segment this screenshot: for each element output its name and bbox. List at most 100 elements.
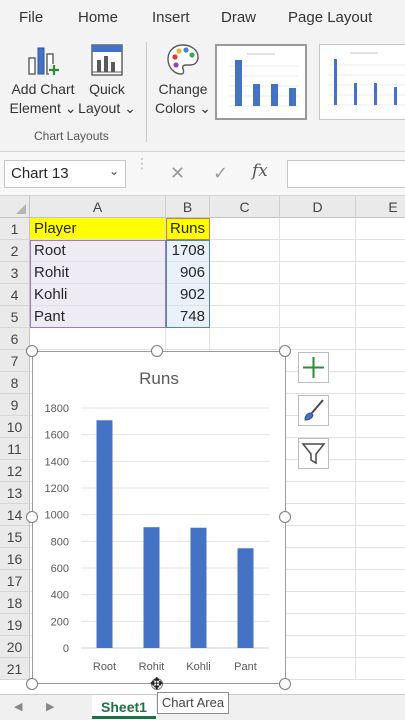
empty-cell[interactable] [210, 284, 280, 306]
empty-cell[interactable] [356, 504, 405, 526]
cell-b4[interactable]: 902 [166, 284, 210, 306]
empty-cell[interactable] [280, 658, 356, 680]
empty-cell[interactable] [210, 240, 280, 262]
empty-cell[interactable] [356, 306, 405, 328]
chart-filters-button[interactable] [298, 438, 329, 469]
row-header-10[interactable]: 10 [0, 416, 30, 438]
row-header-21[interactable]: 21 [0, 658, 30, 680]
select-all-corner[interactable] [0, 196, 30, 218]
empty-cell[interactable] [356, 284, 405, 306]
empty-cell[interactable] [30, 328, 166, 350]
column-header-a[interactable]: A [30, 196, 166, 218]
y-axis-tick-labels[interactable]: 0 200 400 600 800 1000 1200 1400 1600 1800 [45, 403, 69, 655]
bar-kohli[interactable] [190, 527, 207, 648]
resize-handle-right[interactable] [279, 511, 291, 523]
tab-file[interactable]: File [19, 9, 43, 26]
row-header-12[interactable]: 12 [0, 460, 30, 482]
empty-cell[interactable] [280, 328, 356, 350]
empty-cell[interactable] [356, 658, 405, 680]
resize-handle-top[interactable] [151, 345, 163, 357]
empty-cell[interactable] [356, 526, 405, 548]
column-header-e[interactable]: E [356, 196, 405, 218]
cell-b5[interactable]: 748 [166, 306, 210, 328]
chart-styles-button[interactable] [298, 395, 329, 426]
empty-cell[interactable] [210, 306, 280, 328]
empty-cell[interactable] [356, 262, 405, 284]
bar-chart[interactable]: Runs 0 200 400 600 800 1000 1200 1400 1600 1800 R… [33, 352, 285, 683]
row-header-4[interactable]: 4 [0, 284, 30, 306]
row-header-2[interactable]: 2 [0, 240, 30, 262]
row-header-9[interactable]: 9 [0, 394, 30, 416]
empty-cell[interactable] [280, 262, 356, 284]
cell-a1[interactable]: Player [30, 218, 166, 240]
empty-cell[interactable] [210, 262, 280, 284]
empty-cell[interactable] [356, 328, 405, 350]
empty-cell[interactable] [356, 438, 405, 460]
resize-handle-bottom-right[interactable] [279, 678, 291, 690]
empty-cell[interactable] [356, 350, 405, 372]
tab-home[interactable]: Home [78, 9, 118, 26]
row-header-17[interactable]: 17 [0, 570, 30, 592]
add-chart-element-button[interactable]: Add Chart Element ⌄ [8, 42, 78, 118]
column-header-d[interactable]: D [280, 196, 356, 218]
chart-title[interactable]: Runs [139, 369, 179, 388]
cell-a5[interactable]: Pant [30, 306, 166, 328]
empty-cell[interactable] [280, 636, 356, 658]
empty-cell[interactable] [356, 394, 405, 416]
empty-cell[interactable] [356, 482, 405, 504]
row-header-6[interactable]: 6 [0, 328, 30, 350]
empty-cell[interactable] [210, 328, 280, 350]
empty-cell[interactable] [280, 614, 356, 636]
column-header-c[interactable]: C [210, 196, 280, 218]
resize-handle-bottom-left[interactable] [26, 678, 38, 690]
enter-icon[interactable]: ✓ [213, 163, 228, 184]
row-header-13[interactable]: 13 [0, 482, 30, 504]
empty-cell[interactable] [280, 284, 356, 306]
cell-a2[interactable]: Root [30, 240, 166, 262]
empty-cell[interactable] [356, 416, 405, 438]
scroll-left-icon[interactable]: ◀ [14, 700, 22, 713]
row-header-5[interactable]: 5 [0, 306, 30, 328]
empty-cell[interactable] [280, 240, 356, 262]
chart-area[interactable]: Runs 0 200 400 600 800 1000 1200 1400 1600 1800 R… [32, 351, 286, 684]
cell-a4[interactable]: Kohli [30, 284, 166, 306]
resize-handle-top-right[interactable] [279, 345, 291, 357]
empty-cell[interactable] [166, 328, 210, 350]
cancel-icon[interactable]: ✕ [170, 163, 185, 184]
row-header-18[interactable]: 18 [0, 592, 30, 614]
resize-handle-top-left[interactable] [26, 345, 38, 357]
chart-style-2[interactable] [319, 44, 405, 120]
tab-page-layout[interactable]: Page Layout [288, 9, 372, 26]
empty-cell[interactable] [280, 526, 356, 548]
sheet-tab-sheet1[interactable]: Sheet1 [92, 695, 156, 719]
empty-cell[interactable] [356, 240, 405, 262]
row-header-15[interactable]: 15 [0, 526, 30, 548]
empty-cell[interactable] [356, 570, 405, 592]
empty-cell[interactable] [356, 218, 405, 240]
empty-cell[interactable] [280, 570, 356, 592]
x-axis-tick-labels[interactable]: Root Rohit Kohli Pant [93, 661, 257, 673]
empty-cell[interactable] [280, 218, 356, 240]
empty-cell[interactable] [280, 548, 356, 570]
empty-cell[interactable] [280, 482, 356, 504]
row-header-16[interactable]: 16 [0, 548, 30, 570]
tab-draw[interactable]: Draw [221, 9, 256, 26]
bar-root[interactable] [96, 420, 113, 648]
cell-b3[interactable]: 906 [166, 262, 210, 284]
quick-layout-button[interactable]: Quick Layout ⌄ [78, 42, 136, 118]
empty-cell[interactable] [356, 548, 405, 570]
tab-insert[interactable]: Insert [152, 9, 190, 26]
bar-pant[interactable] [237, 548, 254, 648]
data-series[interactable] [96, 420, 254, 648]
empty-cell[interactable] [210, 218, 280, 240]
row-header-3[interactable]: 3 [0, 262, 30, 284]
row-header-11[interactable]: 11 [0, 438, 30, 460]
empty-cell[interactable] [356, 614, 405, 636]
insert-function-icon[interactable]: fx [252, 161, 268, 181]
formula-input[interactable] [287, 160, 405, 188]
chart-style-1[interactable] [215, 44, 307, 120]
cell-b2[interactable]: 1708 [166, 240, 210, 262]
row-header-20[interactable]: 20 [0, 636, 30, 658]
empty-cell[interactable] [280, 306, 356, 328]
empty-cell[interactable] [280, 504, 356, 526]
